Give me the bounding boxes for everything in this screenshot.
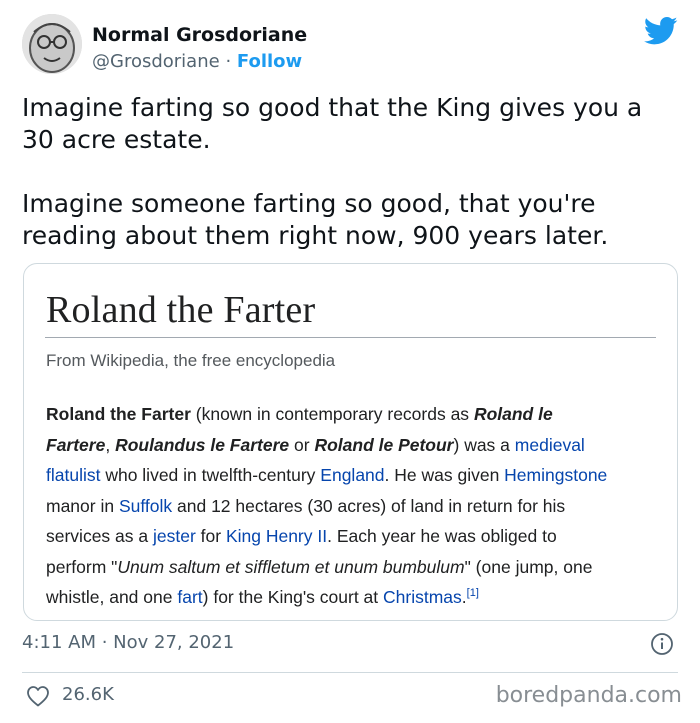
info-icon[interactable] (650, 632, 674, 656)
wiki-line: whistle, and one fart) for the King's co… (46, 582, 656, 613)
wiki-link-christmas[interactable]: Christmas (383, 587, 462, 607)
wiki-text: . Each year he was obliged to (327, 526, 557, 546)
handle-row: @Grosdoriane · Follow (92, 51, 302, 72)
wiki-text: and 12 hectares (30 acres) of land in re… (172, 495, 566, 516)
wiki-text: ) for the King's court at (202, 587, 384, 607)
wiki-text: ) was a (453, 434, 515, 455)
twitter-bird-icon[interactable] (644, 16, 678, 46)
tweet-paragraph: Imagine someone farting so good, that yo… (22, 189, 609, 250)
wiki-link-hemingstone[interactable]: Hemingstone (504, 465, 607, 485)
wiki-title-divider (45, 337, 656, 338)
wiki-link-england[interactable]: England (320, 465, 384, 485)
like-count[interactable]: 26.6K (62, 684, 114, 705)
wiki-text: for (195, 526, 226, 546)
wiki-alias: Fartere (46, 434, 106, 455)
wiki-line: manor in Suffolk and 12 hectares (30 acr… (46, 491, 656, 522)
wiki-article-title: Roland the Farter (46, 289, 316, 331)
wiki-text: " (one jump, one (464, 556, 593, 577)
wiki-line: Roland the Farter (known in contemporary… (46, 399, 656, 430)
wiki-latin-quote: Unum saltum et siffletum et unum bumbulu… (117, 556, 465, 577)
wiki-article-body: Roland the Farter (known in contemporary… (46, 399, 656, 613)
wiki-text: manor in (46, 495, 119, 516)
wiki-text: who lived in twelfth-century (100, 465, 321, 485)
wiki-link-flatulist[interactable]: flatulist (46, 465, 100, 485)
handle-separator: · (225, 51, 232, 72)
wiki-text: services as a (46, 526, 153, 546)
tweet-paragraph: Imagine farting so good that the King gi… (22, 93, 643, 154)
wiki-subtitle: From Wikipedia, the free encyclopedia (46, 351, 336, 370)
wiki-text: whistle, and one (46, 587, 178, 607)
wiki-text: or (289, 434, 315, 455)
wiki-link-fart[interactable]: fart (177, 587, 202, 607)
wiki-link-medieval[interactable]: medieval (515, 435, 585, 455)
wiki-reference-link[interactable]: [1] (467, 587, 479, 599)
tweet-text: Imagine farting so good that the King gi… (22, 92, 682, 252)
wiki-bold-name: Roland the Farter (46, 404, 191, 424)
author-handle[interactable]: @Grosdoriane (92, 51, 220, 72)
wiki-alias: Roland le (473, 404, 553, 424)
wiki-text: (known in contemporary records as (190, 404, 474, 424)
avatar-image (22, 14, 82, 74)
wiki-line: flatulist who lived in twelfth-century E… (46, 460, 656, 491)
wiki-line: perform "Unum saltum et siffletum et unu… (46, 552, 656, 583)
watermark-text: boredpanda.com (495, 683, 682, 708)
wiki-alias: Roulandus le Fartere (115, 434, 290, 455)
tweet-media-image[interactable]: Roland the Farter From Wikipedia, the fr… (23, 263, 678, 621)
tweet-timestamp[interactable]: 4:11 AM · Nov 27, 2021 (22, 632, 234, 653)
heart-icon[interactable] (26, 685, 50, 707)
wiki-line: services as a jester for King Henry II. … (46, 521, 656, 552)
wiki-line: Fartere, Roulandus le Fartere or Roland … (46, 430, 656, 461)
wiki-link-jester[interactable]: jester (153, 526, 196, 546)
wiki-text: perform " (46, 556, 118, 577)
wiki-text: . He was given (384, 465, 505, 485)
wiki-link-suffolk[interactable]: Suffolk (119, 496, 172, 516)
wiki-alias: Roland le Petour (314, 434, 454, 455)
footer-divider (22, 672, 678, 673)
follow-button[interactable]: Follow (237, 51, 302, 72)
wiki-text: , (105, 434, 116, 455)
author-name[interactable]: Normal Grosdoriane (92, 24, 307, 46)
wiki-link-king-henry[interactable]: King Henry II (226, 526, 327, 546)
avatar[interactable] (22, 14, 82, 74)
